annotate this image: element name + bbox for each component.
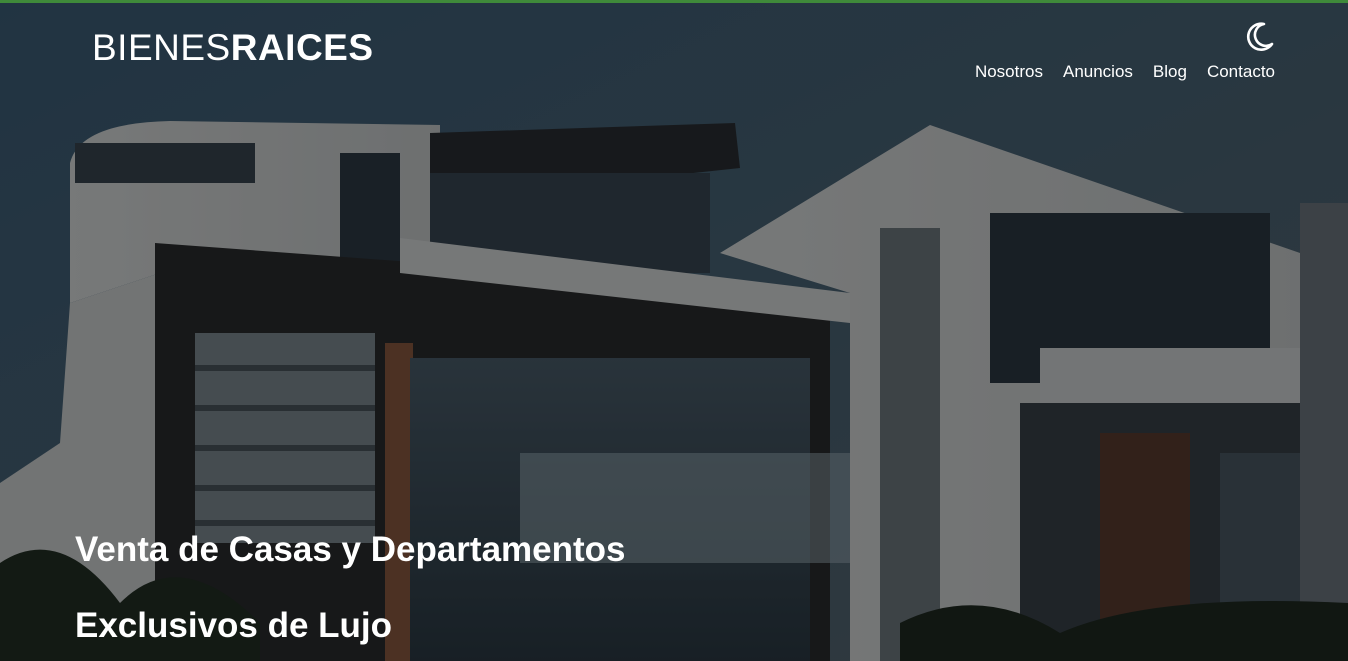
logo-light-text: BIENES [92,27,231,68]
nav-link-blog[interactable]: Blog [1153,60,1187,84]
nav-link-anuncios[interactable]: Anuncios [1063,60,1133,84]
moon-icon [1246,22,1274,51]
site-logo[interactable]: BIENESRAICES [92,24,374,72]
logo-bold-text: RAICES [230,27,374,68]
dark-mode-toggle[interactable] [1244,20,1276,54]
hero-subheadline: Exclusivos de Lujo [75,606,393,645]
main-nav: Nosotros Anuncios Blog Contacto [975,60,1275,84]
nav-link-nosotros[interactable]: Nosotros [975,60,1043,84]
nav-link-contacto[interactable]: Contacto [1207,60,1275,84]
hero-headline: Venta de Casas y Departamentos [75,530,626,569]
